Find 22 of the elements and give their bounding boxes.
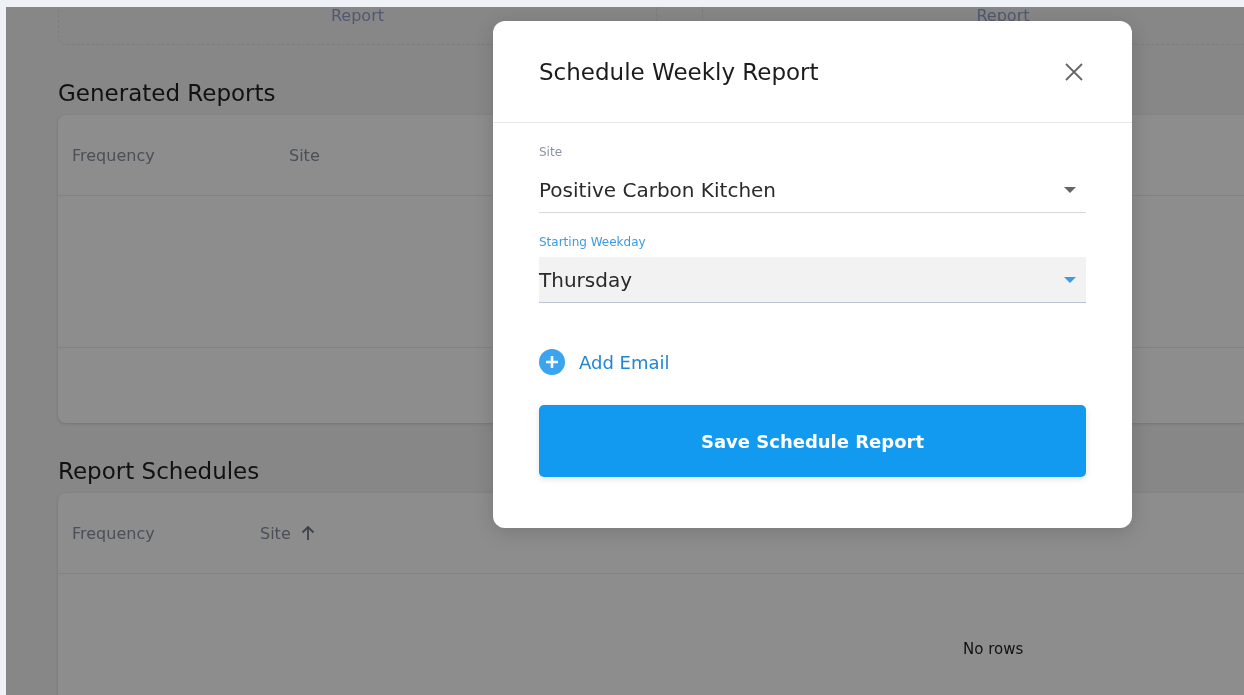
column-label: Site bbox=[260, 523, 291, 543]
column-header[interactable]: Frequency bbox=[72, 523, 260, 543]
sort-arrow-icon[interactable] bbox=[300, 525, 315, 541]
dropdown-caret-icon bbox=[1064, 186, 1076, 193]
save-button[interactable]: Save Schedule Report bbox=[539, 405, 1086, 477]
column-header[interactable]: Frequency bbox=[72, 145, 289, 165]
column-header[interactable]: Site bbox=[260, 523, 460, 543]
add-email-link[interactable]: Add Email bbox=[539, 349, 670, 375]
column-label: Frequency bbox=[72, 145, 155, 165]
column-label: Site bbox=[289, 145, 320, 165]
empty-message: No rows bbox=[963, 640, 1024, 658]
section-heading: Generated Reports bbox=[58, 79, 277, 108]
field-label: Site bbox=[539, 145, 564, 161]
dropdown-caret-icon bbox=[1064, 276, 1076, 283]
field-label: Starting Weekday bbox=[539, 235, 647, 251]
column-header[interactable]: Site bbox=[289, 145, 489, 165]
column-label: Frequency bbox=[72, 523, 155, 543]
card-label: Report bbox=[330, 7, 384, 26]
dialog-title: Schedule Weekly Report bbox=[539, 58, 819, 85]
select-field[interactable]: Thursday bbox=[539, 257, 1086, 303]
plus-circle-icon bbox=[539, 349, 565, 375]
section-heading: Report Schedules bbox=[58, 457, 261, 486]
